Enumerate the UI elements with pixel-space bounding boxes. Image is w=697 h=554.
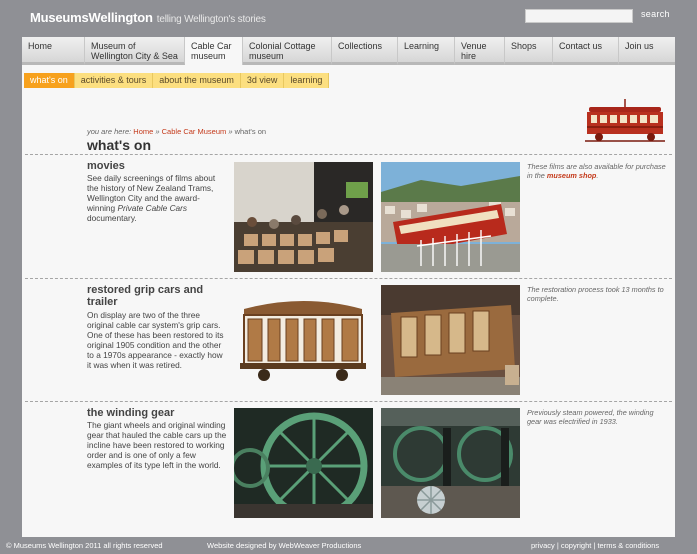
page-content: Home Museum of Wellington City & Sea Cab… [22, 37, 675, 537]
nav-label: Venue hire [461, 41, 487, 61]
grip-cars-note: The restoration process took 13 months t… [527, 285, 664, 303]
winding-gear-room-photo [381, 408, 520, 518]
search-input[interactable] [525, 9, 633, 23]
nav-museum-of-wellington[interactable]: Museum of Wellington City & Sea [85, 37, 185, 65]
nav-learning[interactable]: Learning [398, 37, 455, 65]
subnav-activities-tours[interactable]: activities & tours [74, 73, 154, 88]
subnav-learning[interactable]: learning [284, 73, 330, 88]
subnav-3d-view[interactable]: 3d view [240, 73, 285, 88]
grip-car-photo [234, 285, 373, 395]
subnav-about-museum[interactable]: about the museum [153, 73, 241, 88]
cable-car-icon [585, 99, 665, 142]
movies-text: documentary. [87, 213, 137, 223]
divider [25, 154, 672, 155]
section-body-movies: See daily screenings of films about the … [87, 173, 227, 223]
section-body-winding-gear: The giant wheels and original winding ge… [87, 420, 227, 470]
winding-gear-note: Previously steam powered, the winding ge… [527, 408, 654, 426]
tagline: telling Wellington's stories [156, 14, 266, 25]
nav-contact-us[interactable]: Contact us [553, 37, 619, 65]
cinema-photo [234, 162, 373, 272]
footer-terms-link[interactable]: terms & conditions [597, 541, 659, 550]
logo-text: MuseumsWellington [30, 10, 153, 25]
section-title-movies: movies [87, 160, 125, 172]
footer-links: privacy | copyright | terms & conditions [531, 541, 659, 550]
breadcrumb-current: what's on [234, 127, 267, 136]
footer-designed-by[interactable]: Website designed by WebWeaver Production… [207, 541, 361, 550]
breadcrumb-separator: » [226, 127, 235, 136]
top-bar: MuseumsWellington telling Wellington's st… [0, 0, 697, 38]
main-nav: Home Museum of Wellington City & Sea Cab… [22, 37, 675, 65]
section-title-grip-cars: restored grip cars and trailer [87, 284, 204, 308]
nav-shops[interactable]: Shops [505, 37, 553, 65]
section-body-grip-cars: On display are two of the three original… [87, 310, 224, 370]
subnav-whats-on[interactable]: what's on [24, 73, 75, 88]
breadcrumb-museum-link[interactable]: Cable Car Museum [162, 127, 227, 136]
cable-car-photo [381, 162, 520, 272]
site-logo[interactable]: MuseumsWellington telling Wellington's st… [30, 10, 266, 25]
breadcrumb-prefix: you are here: [87, 127, 134, 136]
nav-venue-hire[interactable]: Venue hire [455, 37, 505, 65]
movies-film-title: Private Cable Cars [117, 203, 188, 213]
sub-nav: what's on activities & tours about the m… [24, 73, 330, 88]
breadcrumb: you are here: Home » Cable Car Museum » … [87, 127, 266, 136]
footer-privacy-link[interactable]: privacy [531, 541, 555, 550]
section-title-winding-gear: the winding gear [87, 407, 175, 419]
movies-note: These films are also available for purch… [527, 162, 669, 180]
page-title: what's on [87, 137, 151, 153]
nav-label: Museum of Wellington City & Sea [91, 41, 178, 61]
divider [25, 278, 672, 279]
nav-collections[interactable]: Collections [332, 37, 398, 65]
nav-label: Colonial Cottage museum [249, 41, 316, 61]
breadcrumb-home-link[interactable]: Home [133, 127, 153, 136]
breadcrumb-separator: » [153, 127, 162, 136]
nav-colonial-cottage[interactable]: Colonial Cottage museum [243, 37, 332, 65]
nav-cable-car-museum[interactable]: Cable Car museum [185, 37, 243, 65]
winding-wheel-photo [234, 408, 373, 518]
nav-join-us[interactable]: Join us [619, 37, 675, 65]
search-button[interactable]: search [641, 9, 670, 19]
museum-shop-link[interactable]: museum shop [547, 171, 596, 180]
footer-copyright: © Museums Wellington 2011 all rights res… [6, 541, 163, 550]
movies-note-text: . [596, 171, 599, 180]
nav-home[interactable]: Home [22, 37, 85, 65]
nav-label: Cable Car museum [191, 41, 232, 61]
footer: © Museums Wellington 2011 all rights res… [0, 541, 697, 553]
footer-copyright-link[interactable]: copyright [561, 541, 591, 550]
divider [25, 401, 672, 402]
grip-car-interior-photo [381, 285, 520, 395]
